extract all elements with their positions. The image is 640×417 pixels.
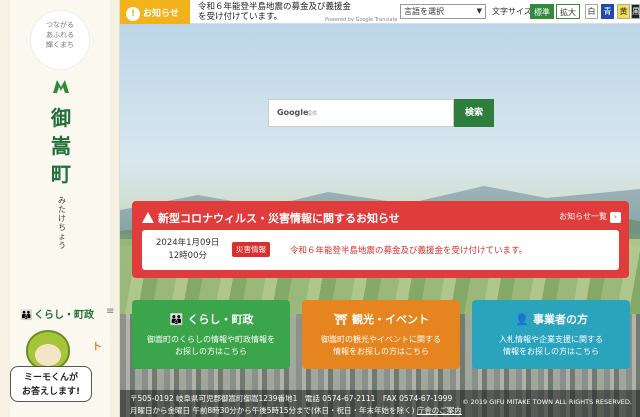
google-provided-label: 提供 bbox=[307, 111, 318, 117]
footer: 〒505-0192 岐阜県可児郡御嵩町御嵩1239番地1 電話 0574-67-… bbox=[120, 390, 640, 417]
sidebar-partial-item[interactable]: ト bbox=[92, 338, 102, 353]
town-name-kana: み た け ち ょ う bbox=[56, 196, 68, 250]
color-black-button[interactable]: 黒 bbox=[631, 4, 640, 19]
notice-list-link-text: お知らせ一覧 bbox=[559, 212, 607, 221]
notice-label-text: お知らせ bbox=[143, 9, 179, 19]
chevron-right-icon: › bbox=[610, 212, 621, 223]
card-description: 入札情報や企業支援に関する 情報をお探しの方はこちら bbox=[472, 334, 630, 358]
tagline-badge: つながる あふれる 輝くまち bbox=[30, 10, 90, 70]
category-card-life[interactable]: 👪 くらし・町政 御嵩町のくらしの情報や町政情報を お探しの方はこちら bbox=[132, 300, 290, 369]
color-yellow-button[interactable]: 黄 bbox=[617, 4, 630, 19]
kana-char: ち bbox=[58, 223, 66, 232]
person-icon: 👤 bbox=[515, 313, 529, 326]
notice-label: ! お知らせ bbox=[120, 0, 190, 24]
card-title: 👤 事業者の方 bbox=[472, 311, 630, 327]
footer-hours: 月曜日から金曜日 午前8時30分から午後5時15分まで(休日・祝日・年末年始を除… bbox=[130, 405, 462, 416]
font-size-label: 文字サイズ bbox=[492, 7, 532, 16]
google-translate-credit: Powered by Google Translate bbox=[325, 17, 398, 23]
town-name-char: 嵩 bbox=[51, 134, 71, 158]
card-description: 御嵩町のくらしの情報や町政情報を お探しの方はこちら bbox=[132, 334, 290, 358]
card-title-text: 観光・イベント bbox=[352, 313, 429, 326]
color-blue-button[interactable]: 青 bbox=[601, 4, 614, 19]
card-desc-line: 御嵩町の観光やイベントに関する bbox=[321, 335, 441, 344]
chevron-down-icon: ▼ bbox=[476, 7, 482, 15]
card-desc-line: 情報をお探しの方はこちら bbox=[333, 347, 429, 356]
speech-line: お答えします! bbox=[21, 387, 81, 397]
town-emblem-icon[interactable] bbox=[52, 78, 70, 94]
kana-char: み bbox=[58, 196, 66, 205]
category-card-business[interactable]: 👤 事業者の方 入札情報や企業支援に関する 情報をお探しの方はこちら bbox=[472, 300, 630, 369]
color-white-button[interactable]: 白 bbox=[585, 4, 598, 19]
town-name-char: 町 bbox=[51, 162, 71, 186]
card-title-text: くらし・町政 bbox=[187, 313, 254, 326]
office-guide-link[interactable]: 庁舎のご案内 bbox=[417, 406, 462, 415]
language-select-value: 言語を選択 bbox=[404, 7, 444, 16]
sidebar-item-life[interactable]: 👪 くらし・町政 bbox=[20, 306, 94, 321]
kana-char: け bbox=[58, 214, 66, 223]
footer-hours-text: 月曜日から金曜日 午前8時30分から午後5時15分まで(休日・祝日・年末年始を除… bbox=[130, 406, 415, 415]
google-logo: Google bbox=[277, 108, 309, 117]
card-description: 御嵩町の観光やイベントに関する 情報をお探しの方はこちら bbox=[302, 334, 460, 358]
covid-disaster-alert-panel: 新型コロナウィルス・災害情報に関するお知らせ お知らせ一覧 › 2024年1月09… bbox=[132, 201, 629, 278]
alert-title-text: 新型コロナウィルス・災害情報に関するお知らせ bbox=[158, 212, 400, 225]
family-icon: 👪 bbox=[169, 313, 184, 326]
kana-char: た bbox=[58, 205, 66, 214]
top-bar: ! お知らせ 令和６年能登半島地震の募金及び義援金を受け付けています。 Power… bbox=[120, 0, 640, 24]
sidebar: つながる あふれる 輝くまち 御 嵩 町 み た け ち ょ う 👪 くらし・町政… bbox=[0, 0, 120, 417]
search-input[interactable]: Google 提供 bbox=[268, 99, 454, 127]
warning-icon bbox=[142, 212, 154, 223]
alert-message-link[interactable]: 令和６年能登半島地震の募金及び義援金を受け付けています。 bbox=[290, 244, 527, 256]
kana-char: ょ bbox=[58, 232, 66, 241]
footer-address: 〒505-0192 岐阜県可児郡御嵩町御嵩1239番地1 電話 0574-67-… bbox=[130, 394, 453, 403]
mascot-face-icon bbox=[35, 344, 61, 366]
castle-icon: ⛩ bbox=[334, 313, 348, 326]
family-icon: 👪 bbox=[20, 310, 33, 321]
font-size-standard-button[interactable]: 標準 bbox=[530, 4, 554, 19]
alert-datetime: 2024年1月09日 12時00分 bbox=[156, 237, 219, 263]
alert-item[interactable]: 2024年1月09日 12時00分 災害情報 令和６年能登半島地震の募金及び義援… bbox=[142, 230, 619, 270]
disaster-info-badge: 災害情報 bbox=[232, 242, 270, 257]
mascot-speech-bubble: ミーモくんが お答えします! bbox=[10, 366, 92, 402]
language-select[interactable]: 言語を選択 ▼ bbox=[400, 4, 486, 19]
card-desc-line: 入札情報や企業支援に関する bbox=[499, 335, 603, 344]
card-desc-line: お探しの方はこちら bbox=[175, 347, 247, 356]
card-desc-line: 情報をお探しの方はこちら bbox=[503, 347, 599, 356]
town-name-char: 御 bbox=[51, 106, 71, 130]
notice-list-link[interactable]: お知らせ一覧 › bbox=[559, 211, 621, 223]
kana-char: う bbox=[58, 241, 66, 250]
copyright: © 2019 GIFU MITAKE TOWN ALL RIGHTS RESER… bbox=[462, 398, 632, 406]
search-button[interactable]: 検索 bbox=[454, 99, 494, 127]
font-size-large-button[interactable]: 拡大 bbox=[556, 4, 580, 19]
alert-title: 新型コロナウィルス・災害情報に関するお知らせ bbox=[142, 210, 400, 226]
card-desc-line: 御嵩町のくらしの情報や町政情報を bbox=[147, 335, 275, 344]
tagline-line: 輝くまち bbox=[46, 41, 74, 49]
town-name-logo[interactable]: 御 嵩 町 bbox=[49, 104, 73, 188]
category-card-tourism[interactable]: ⛩ 観光・イベント 御嵩町の観光やイベントに関する 情報をお探しの方はこちら bbox=[302, 300, 460, 369]
alert-date: 2024年1月09日 bbox=[156, 238, 220, 248]
card-title: 👪 くらし・町政 bbox=[132, 311, 290, 327]
mascot-chat-button[interactable]: ミーモくんが お答えします! bbox=[10, 326, 92, 416]
speech-line: ミーモくんが bbox=[23, 373, 78, 383]
alert-time: 12時00分 bbox=[168, 251, 207, 261]
tagline-line: あふれる bbox=[46, 31, 74, 39]
tagline-line: つながる bbox=[46, 21, 74, 29]
site-search: Google 提供 検索 bbox=[268, 99, 494, 127]
sidebar-item-label: くらし・町政 bbox=[34, 310, 94, 321]
card-title: ⛩ 観光・イベント bbox=[302, 311, 460, 327]
menu-lines-icon[interactable]: ≡ bbox=[106, 306, 114, 317]
megaphone-icon: ! bbox=[126, 7, 140, 21]
card-title-text: 事業者の方 bbox=[533, 313, 588, 326]
